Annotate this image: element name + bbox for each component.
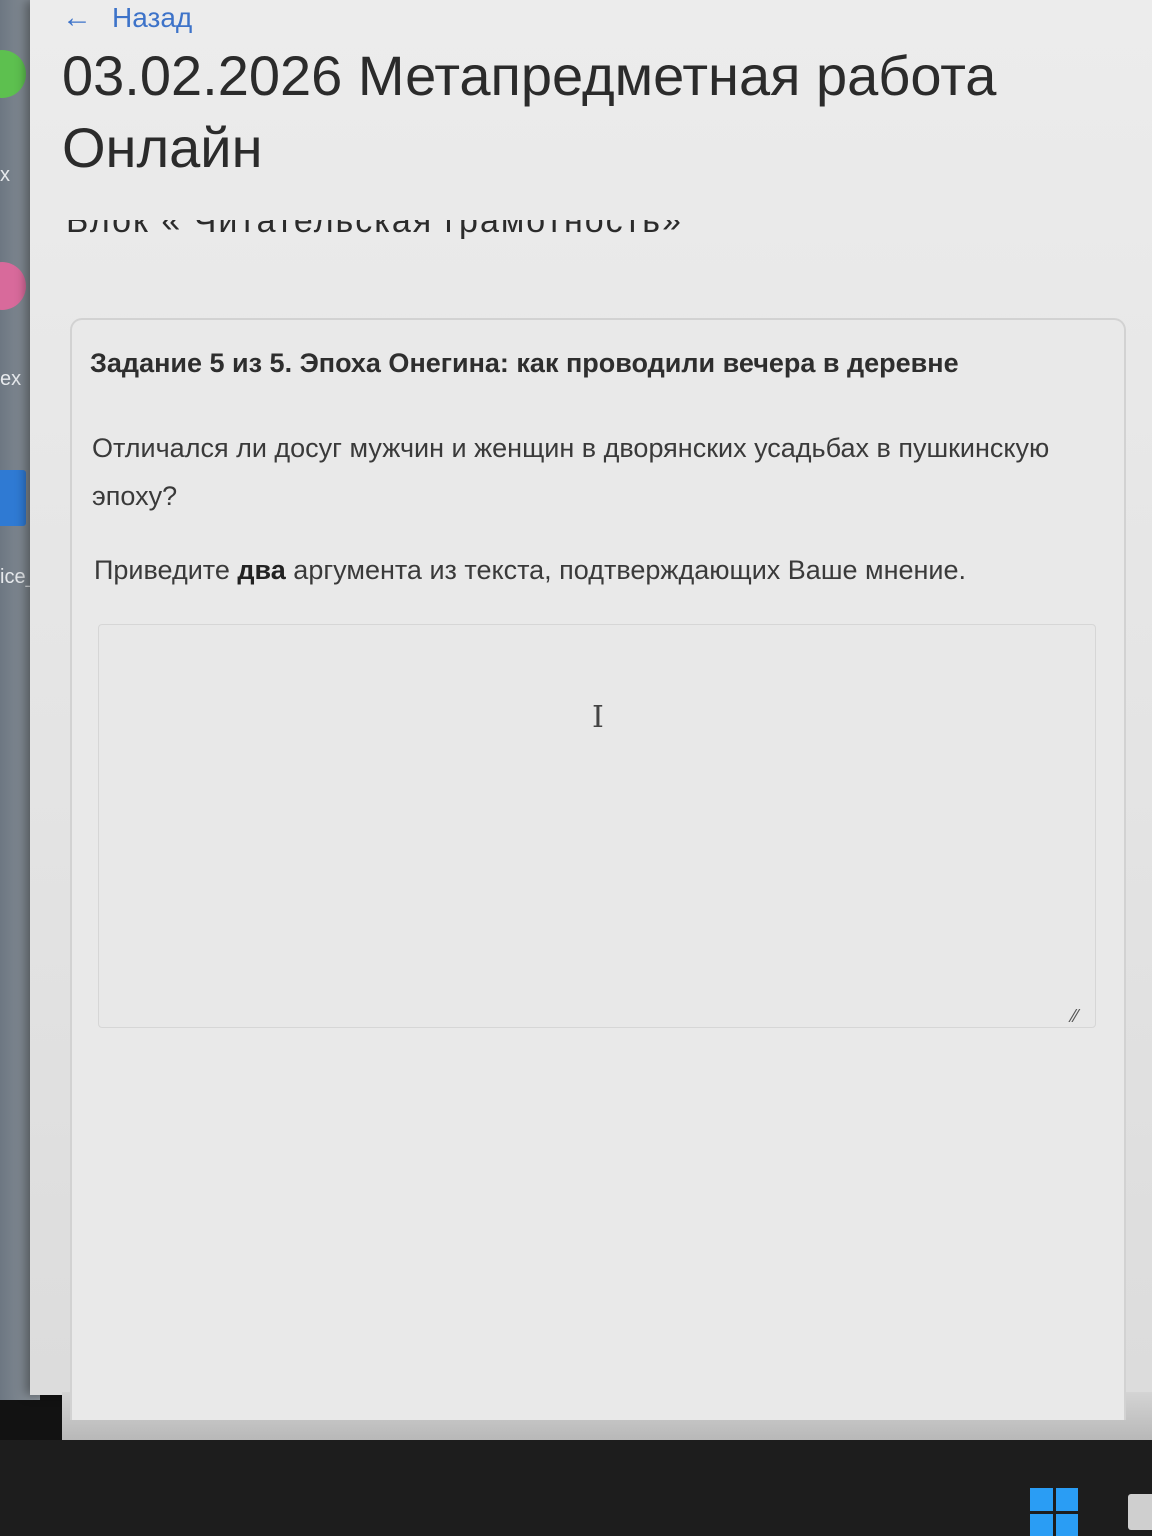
resize-handle-icon[interactable]: ⁄⁄ <box>1072 1006 1114 1414</box>
text-cursor-icon: I <box>592 700 604 735</box>
windows-logo-tile <box>1030 1513 1053 1536</box>
windows-logo-icon[interactable] <box>1030 1488 1078 1536</box>
answer-textarea[interactable] <box>98 624 1096 1028</box>
instruction-emphasis: два <box>237 555 286 585</box>
desktop-icon-label: ex <box>0 368 22 390</box>
page-title: 03.02.2026 Метапредметная работа Онлайн <box>62 44 997 179</box>
desktop-icon-label: x <box>0 164 10 186</box>
screen: x ex ice_ ← Назад 03.02.2026 Метапредмет… <box>0 0 1152 1536</box>
block-label-text: Блок « Читательская грамотность» <box>66 220 683 240</box>
task-card: Задание 5 из 5. Эпоха Онегина: как прово… <box>70 318 1126 1420</box>
desktop-app-icon[interactable] <box>0 50 26 98</box>
back-link-label: Назад <box>112 2 193 33</box>
arrow-left-icon: ← <box>62 1 92 34</box>
windows-logo-tile <box>1030 1488 1053 1511</box>
back-link[interactable]: ← Назад <box>62 0 192 36</box>
desktop-app-icon[interactable] <box>0 262 26 310</box>
desktop-file-icon[interactable] <box>0 470 26 526</box>
task-header: Задание 5 из 5. Эпоха Онегина: как прово… <box>90 348 959 378</box>
task-question: Отличался ли досуг мужчин и женщин в дво… <box>92 433 1050 511</box>
taskbar <box>0 1440 1152 1536</box>
instruction-text: аргумента из текста, подтверждающих Ваше… <box>285 555 967 585</box>
block-label: Блок « Читательская грамотность» <box>66 220 866 244</box>
windows-logo-tile <box>1055 1513 1078 1536</box>
windows-logo-tile <box>1055 1488 1078 1511</box>
taskbar-app-icon[interactable] <box>1128 1494 1152 1530</box>
task-instruction: Приведите два аргумента из текста, подтв… <box>94 548 966 592</box>
instruction-text: Приведите <box>94 555 238 585</box>
